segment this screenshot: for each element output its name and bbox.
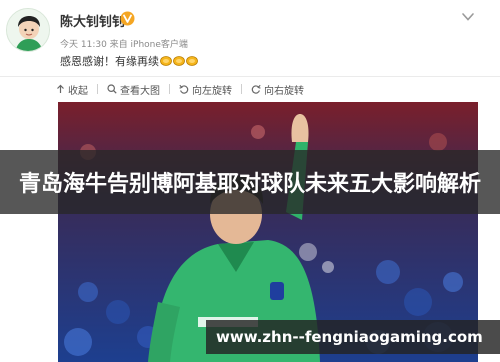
rotate-left-label: 向左旋转: [192, 85, 232, 97]
post-text-content: 感恩感谢！有缘再续: [60, 55, 159, 68]
toolbar-separator: [97, 84, 98, 94]
v-verified-icon[interactable]: [120, 11, 135, 26]
post-text: 感恩感谢！有缘再续: [60, 53, 198, 69]
username[interactable]: 陈大钊钊钊: [60, 11, 125, 30]
weibo-post: 陈大钊钊钊 今天 11:30 来自 iPhone客户端 感恩感谢！有缘再续 收起: [0, 0, 500, 362]
rotate-right-icon: [251, 84, 261, 94]
view-large-label: 查看大图: [120, 85, 160, 97]
avatar[interactable]: [6, 8, 50, 52]
toolbar-separator: [241, 84, 242, 94]
toolbar-separator: [169, 84, 170, 94]
more-options-chevron-icon[interactable]: [461, 12, 475, 22]
image-toolbar: 收起 查看大图 向左旋转 向右旋转: [56, 80, 304, 98]
collapse-button[interactable]: 收起: [56, 82, 88, 97]
collapse-label: 收起: [68, 85, 88, 97]
praying-hands-icon: [173, 56, 185, 66]
rotate-left-icon: [179, 84, 189, 94]
article-title: 青岛海牛告别博阿基耶对球队未来五大影响解析: [18, 172, 481, 197]
rotate-right-label: 向右旋转: [264, 85, 304, 97]
praying-hands-icon: [160, 56, 172, 66]
article-title-banner: 青岛海牛告别博阿基耶对球队未来五大影响解析: [0, 150, 500, 214]
view-large-button[interactable]: 查看大图: [107, 82, 160, 97]
divider: [0, 76, 500, 77]
avatar-illustration: [7, 9, 49, 51]
magnifier-icon: [107, 84, 117, 94]
post-meta: 今天 11:30 来自 iPhone客户端: [60, 40, 188, 50]
watermark-text: www.zhn--fengniaogaming.com: [216, 328, 483, 346]
arrow-up-icon: [57, 84, 64, 93]
rotate-left-button[interactable]: 向左旋转: [179, 82, 232, 97]
watermark-banner: www.zhn--fengniaogaming.com: [206, 320, 500, 354]
rotate-right-button[interactable]: 向右旋转: [251, 82, 304, 97]
praying-hands-icon: [186, 56, 198, 66]
